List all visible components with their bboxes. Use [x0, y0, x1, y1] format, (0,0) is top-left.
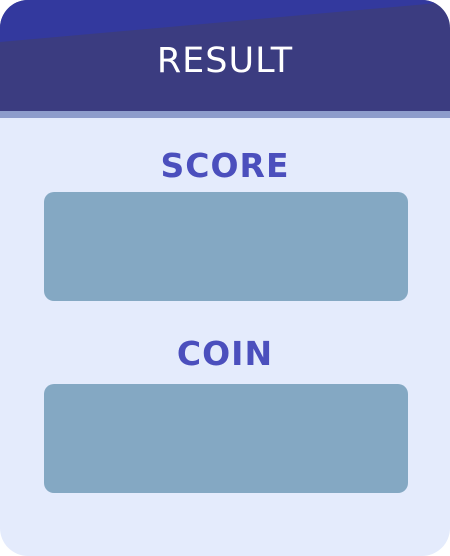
- coin-value-box: [44, 384, 408, 493]
- header-divider: [0, 111, 450, 118]
- result-title: RESULT: [156, 41, 294, 81]
- score-value-box: [44, 192, 408, 301]
- result-header: RESULT: [0, 0, 450, 111]
- score-label: SCORE: [160, 146, 290, 185]
- coin-label: COIN: [176, 334, 274, 373]
- result-panel: RESULT SCORE COIN: [0, 0, 450, 556]
